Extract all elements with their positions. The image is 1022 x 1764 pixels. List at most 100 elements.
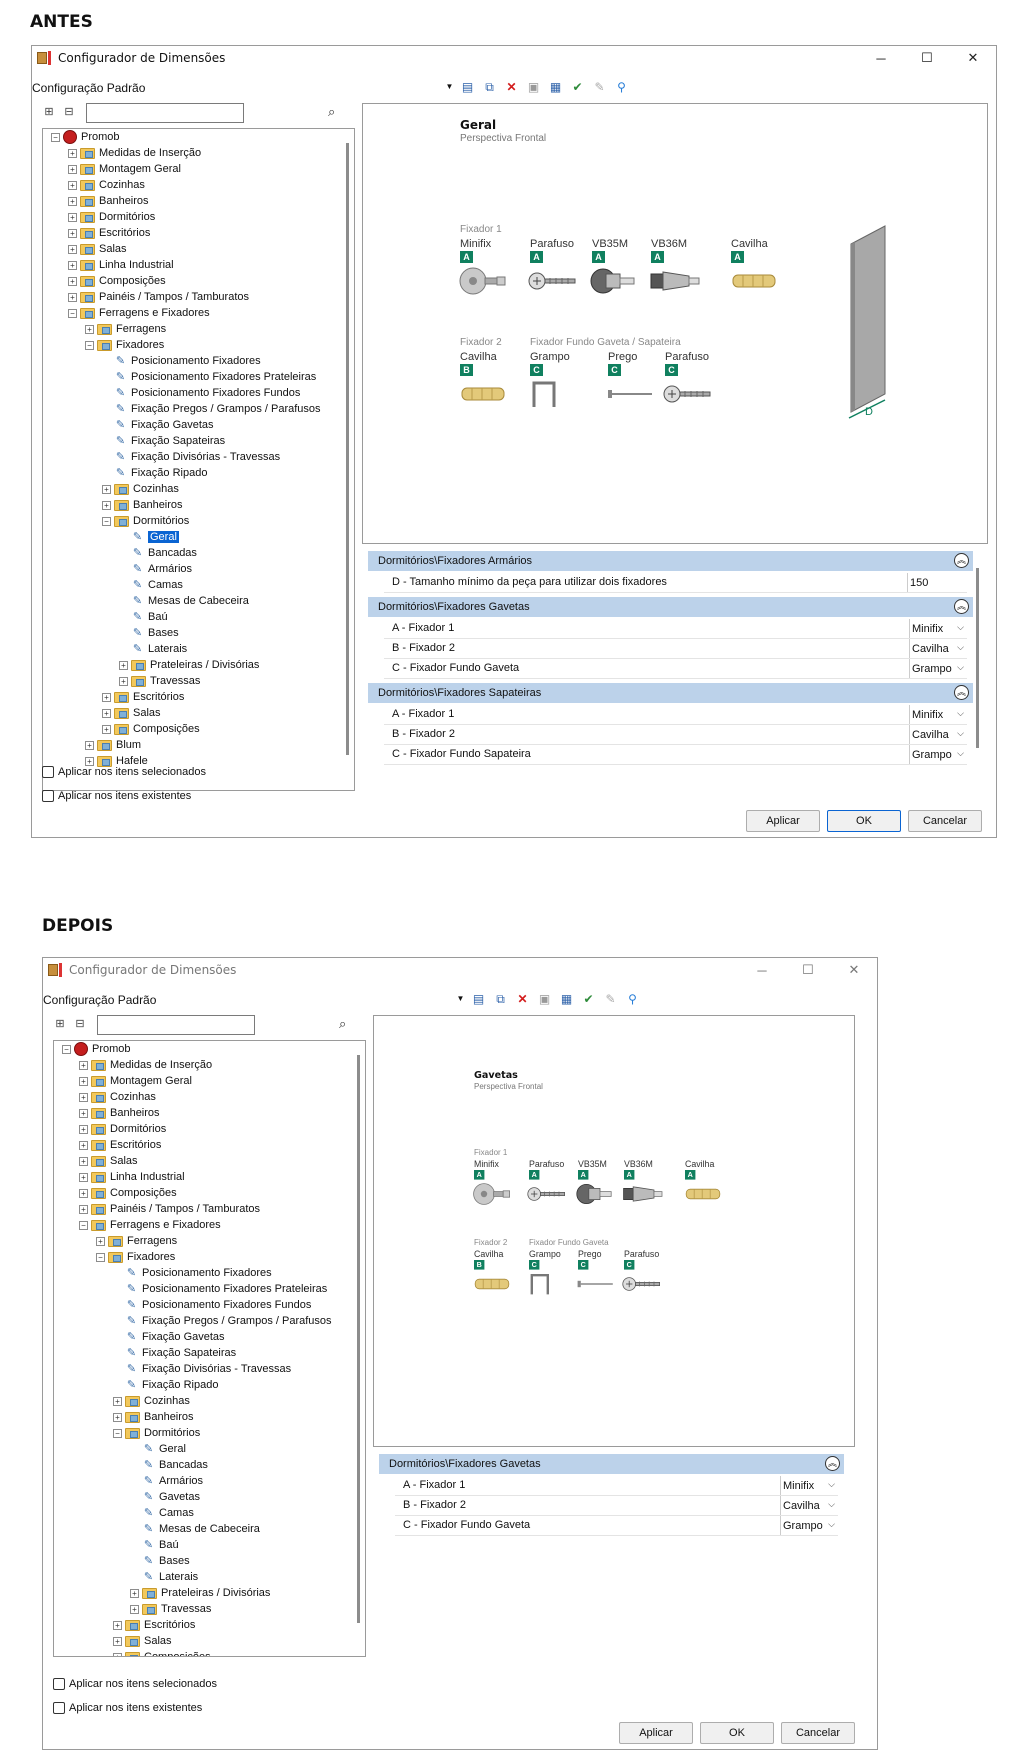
collapse-group-icon[interactable]: ︽: [954, 599, 969, 614]
expand-node-icon[interactable]: +: [85, 756, 94, 766]
chevron-down-icon[interactable]: ⌵: [957, 662, 964, 673]
tree-node[interactable]: + Banheiros: [79, 1106, 160, 1120]
chevron-down-icon[interactable]: ⌵: [957, 642, 964, 653]
save-icon[interactable]: ▣: [537, 991, 552, 1006]
tree-node[interactable]: + Composições: [102, 722, 200, 736]
maximize-button[interactable]: ☐: [785, 958, 831, 982]
collapse-node-icon[interactable]: −: [62, 1044, 71, 1054]
check-icon[interactable]: ✔: [581, 991, 596, 1006]
tree-node[interactable]: ✎ Geral: [119, 530, 179, 544]
tree-node[interactable]: + Dormitórios: [68, 210, 155, 224]
tree-node[interactable]: + Salas: [79, 1154, 138, 1168]
property-value-input[interactable]: 150: [907, 573, 967, 593]
property-value-dropdown[interactable]: Minifix ⌵: [780, 1476, 838, 1496]
expand-node-icon[interactable]: +: [79, 1156, 88, 1166]
property-group-header[interactable]: Dormitórios\Fixadores Gavetas ︽: [379, 1454, 844, 1474]
tree-node[interactable]: + Blum: [85, 738, 141, 752]
collapse-node-icon[interactable]: −: [113, 1428, 122, 1438]
save-icon[interactable]: ▣: [526, 79, 541, 94]
search-input[interactable]: [86, 103, 244, 123]
chevron-down-icon[interactable]: ⌵: [828, 1499, 835, 1510]
tree-node[interactable]: + Escritórios: [79, 1138, 161, 1152]
tree-node[interactable]: − Dormitórios: [113, 1426, 200, 1440]
collapse-node-icon[interactable]: −: [96, 1252, 105, 1262]
tree-node[interactable]: + Cozinhas: [102, 482, 179, 496]
tree-node[interactable]: + Travessas: [119, 674, 200, 688]
tree-node[interactable]: + Ferragens: [85, 322, 166, 336]
tree-node[interactable]: ✎ Camas: [130, 1506, 194, 1520]
tree-node[interactable]: + Banheiros: [113, 1410, 194, 1424]
expand-node-icon[interactable]: +: [96, 1236, 105, 1246]
minimize-button[interactable]: ─: [739, 958, 785, 982]
tree-node[interactable]: ✎ Laterais: [119, 642, 187, 656]
expand-node-icon[interactable]: +: [130, 1604, 139, 1614]
collapse-all-icon[interactable]: ⊟: [73, 1016, 87, 1030]
tree-node[interactable]: + Escritórios: [68, 226, 150, 240]
tree-node[interactable]: + Banheiros: [102, 498, 183, 512]
tree-node[interactable]: ✎ Fixação Pregos / Grampos / Parafusos: [113, 1314, 332, 1328]
tree-node[interactable]: ✎ Bases: [119, 626, 179, 640]
expand-node-icon[interactable]: +: [68, 212, 77, 222]
check-icon[interactable]: ✔: [570, 79, 585, 94]
tree-node[interactable]: − Promob: [51, 130, 120, 144]
tree-node[interactable]: + Salas: [113, 1634, 172, 1648]
tools-icon[interactable]: ✎: [592, 79, 607, 94]
tree-node[interactable]: − Fixadores: [96, 1250, 175, 1264]
tree-node[interactable]: + Linha Industrial: [79, 1170, 185, 1184]
ok-button[interactable]: OK: [700, 1722, 774, 1744]
tree-node[interactable]: + Medidas de Inserção: [68, 146, 201, 160]
expand-all-icon[interactable]: ⊞: [53, 1016, 67, 1030]
expand-node-icon[interactable]: +: [68, 260, 77, 270]
tree-node[interactable]: ✎ Fixação Sapateiras: [102, 434, 225, 448]
collapse-node-icon[interactable]: −: [68, 308, 77, 318]
tree-node[interactable]: ✎ Posicionamento Fixadores Prateleiras: [102, 370, 316, 384]
tree-node[interactable]: + Montagem Geral: [79, 1074, 192, 1088]
tree-node[interactable]: + Cozinhas: [113, 1394, 190, 1408]
apply-existing-checkbox[interactable]: Aplicar nos itens existentes: [42, 790, 191, 802]
tree-node[interactable]: ✎ Fixação Ripado: [113, 1378, 219, 1392]
property-value-dropdown[interactable]: Cavilha ⌵: [909, 725, 967, 745]
apply-button[interactable]: Aplicar: [746, 810, 820, 832]
tree-node[interactable]: ✎ Posicionamento Fixadores: [102, 354, 261, 368]
tree-node[interactable]: + Salas: [68, 242, 127, 256]
tree-node[interactable]: ✎ Gavetas: [130, 1490, 200, 1504]
tree-node[interactable]: + Medidas de Inserção: [79, 1058, 212, 1072]
property-group-header[interactable]: Dormitórios\Fixadores Gavetas ︽: [368, 597, 973, 617]
tree-node[interactable]: ✎ Mesas de Cabeceira: [130, 1522, 260, 1536]
close-button[interactable]: ✕: [831, 958, 877, 982]
minimize-button[interactable]: ─: [858, 46, 904, 70]
tree-node[interactable]: ✎ Fixação Divisórias - Travessas: [113, 1362, 291, 1376]
tree-node[interactable]: ✎ Fixação Ripado: [102, 466, 208, 480]
tree-node[interactable]: ✎ Posicionamento Fixadores Prateleiras: [113, 1282, 327, 1296]
chevron-down-icon[interactable]: ⌵: [957, 748, 964, 759]
tree-node[interactable]: ✎ Armários: [119, 562, 192, 576]
connect-icon[interactable]: ⚲: [625, 991, 640, 1006]
tree-node[interactable]: ✎ Posicionamento Fixadores Fundos: [113, 1298, 311, 1312]
dropdown-arrow-icon[interactable]: ▼: [446, 79, 454, 94]
tree-node[interactable]: + Prateleiras / Divisórias: [130, 1586, 270, 1600]
save-all-icon[interactable]: ▦: [548, 79, 563, 94]
collapse-group-icon[interactable]: ︽: [954, 685, 969, 700]
tree-node[interactable]: + Escritórios: [113, 1618, 195, 1632]
tree-node[interactable]: ✎ Geral: [130, 1442, 186, 1456]
tree-node[interactable]: + Banheiros: [68, 194, 149, 208]
collapse-group-icon[interactable]: ︽: [825, 1456, 840, 1471]
expand-node-icon[interactable]: +: [68, 196, 77, 206]
expand-node-icon[interactable]: +: [68, 180, 77, 190]
tree-node[interactable]: + Ferragens: [96, 1234, 177, 1248]
tools-icon[interactable]: ✎: [603, 991, 618, 1006]
binoculars-icon[interactable]: ⌕: [339, 1016, 346, 1032]
chevron-down-icon[interactable]: ⌵: [828, 1519, 835, 1530]
expand-node-icon[interactable]: +: [113, 1412, 122, 1422]
tree-node[interactable]: + Linha Industrial: [68, 258, 174, 272]
dropdown-arrow-icon[interactable]: ▼: [457, 991, 465, 1006]
expand-node-icon[interactable]: +: [113, 1396, 122, 1406]
tree-node[interactable]: + Composições: [68, 274, 166, 288]
expand-node-icon[interactable]: +: [102, 500, 111, 510]
tree-node[interactable]: − Ferragens e Fixadores: [68, 306, 210, 320]
expand-node-icon[interactable]: +: [68, 292, 77, 302]
tree-node[interactable]: ✎ Baú: [119, 610, 168, 624]
tree-node[interactable]: ✎ Posicionamento Fixadores: [113, 1266, 272, 1280]
apply-selected-checkbox[interactable]: Aplicar nos itens selecionados: [42, 766, 206, 778]
expand-node-icon[interactable]: +: [119, 660, 128, 670]
